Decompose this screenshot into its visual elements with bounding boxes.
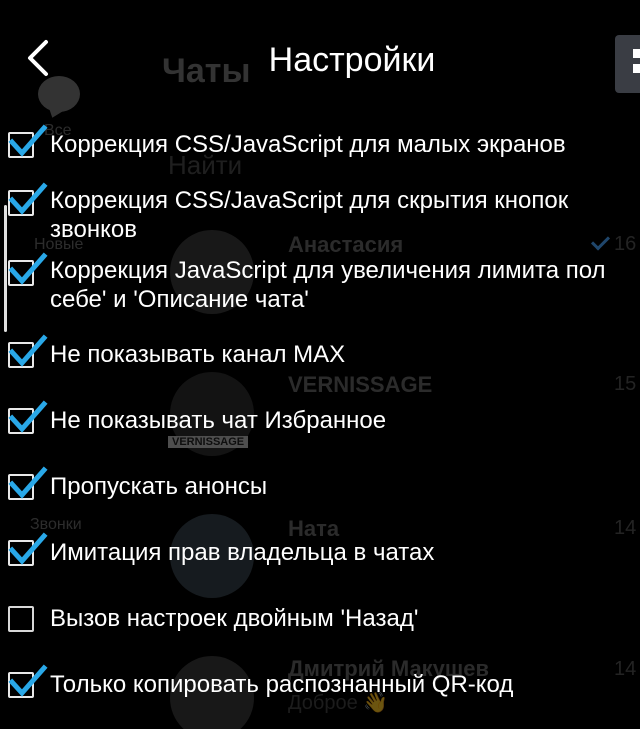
checkmark-icon bbox=[8, 182, 48, 218]
checkmark-icon bbox=[8, 400, 48, 436]
setting-row[interactable]: Не показывать канал MAX bbox=[0, 334, 640, 375]
setting-label: Коррекция CSS/JavaScript для малых экран… bbox=[50, 131, 566, 158]
setting-label: Вызов настроек двойным 'Назад' bbox=[50, 605, 419, 632]
setting-label: Коррекция JavaScript для увеличения лими… bbox=[50, 257, 606, 313]
setting-row[interactable]: Только копировать распознанный QR-код bbox=[0, 664, 640, 705]
setting-row[interactable]: Имитация прав владельца в чатах bbox=[0, 532, 640, 573]
checkmark-icon bbox=[8, 252, 48, 288]
settings-list: Коррекция CSS/JavaScript для малых экран… bbox=[0, 0, 640, 729]
checkmark-icon bbox=[8, 466, 48, 502]
checkmark-icon bbox=[8, 532, 48, 568]
setting-row[interactable]: Коррекция CSS/JavaScript для малых экран… bbox=[0, 124, 640, 165]
checkmark-icon bbox=[8, 124, 48, 160]
setting-label: Имитация прав владельца в чатах bbox=[50, 539, 435, 566]
setting-label: Коррекция CSS/JavaScript для скрытия кно… bbox=[50, 187, 569, 243]
setting-label: Только копировать распознанный QR-код bbox=[50, 671, 514, 698]
setting-label: Не показывать канал MAX bbox=[50, 341, 346, 368]
setting-row[interactable]: Вызов настроек двойным 'Назад' bbox=[0, 604, 640, 639]
setting-label: Не показывать чат Избранное bbox=[50, 407, 387, 434]
setting-row[interactable]: Коррекция CSS/JavaScript для скрытия кно… bbox=[0, 182, 640, 250]
setting-label: Пропускать анонсы bbox=[50, 473, 268, 500]
setting-row[interactable]: Коррекция JavaScript для увеличения лими… bbox=[0, 252, 640, 320]
checkmark-icon bbox=[8, 664, 48, 700]
setting-row[interactable]: Не показывать чат Избранное bbox=[0, 400, 640, 441]
checkmark-icon bbox=[8, 334, 48, 370]
setting-row[interactable]: Пропускать анонсы bbox=[0, 466, 640, 507]
setting-checkbox[interactable] bbox=[8, 606, 34, 632]
settings-screen: Чаты Все Найти Новые Звонки Анастасия 16… bbox=[0, 0, 640, 729]
